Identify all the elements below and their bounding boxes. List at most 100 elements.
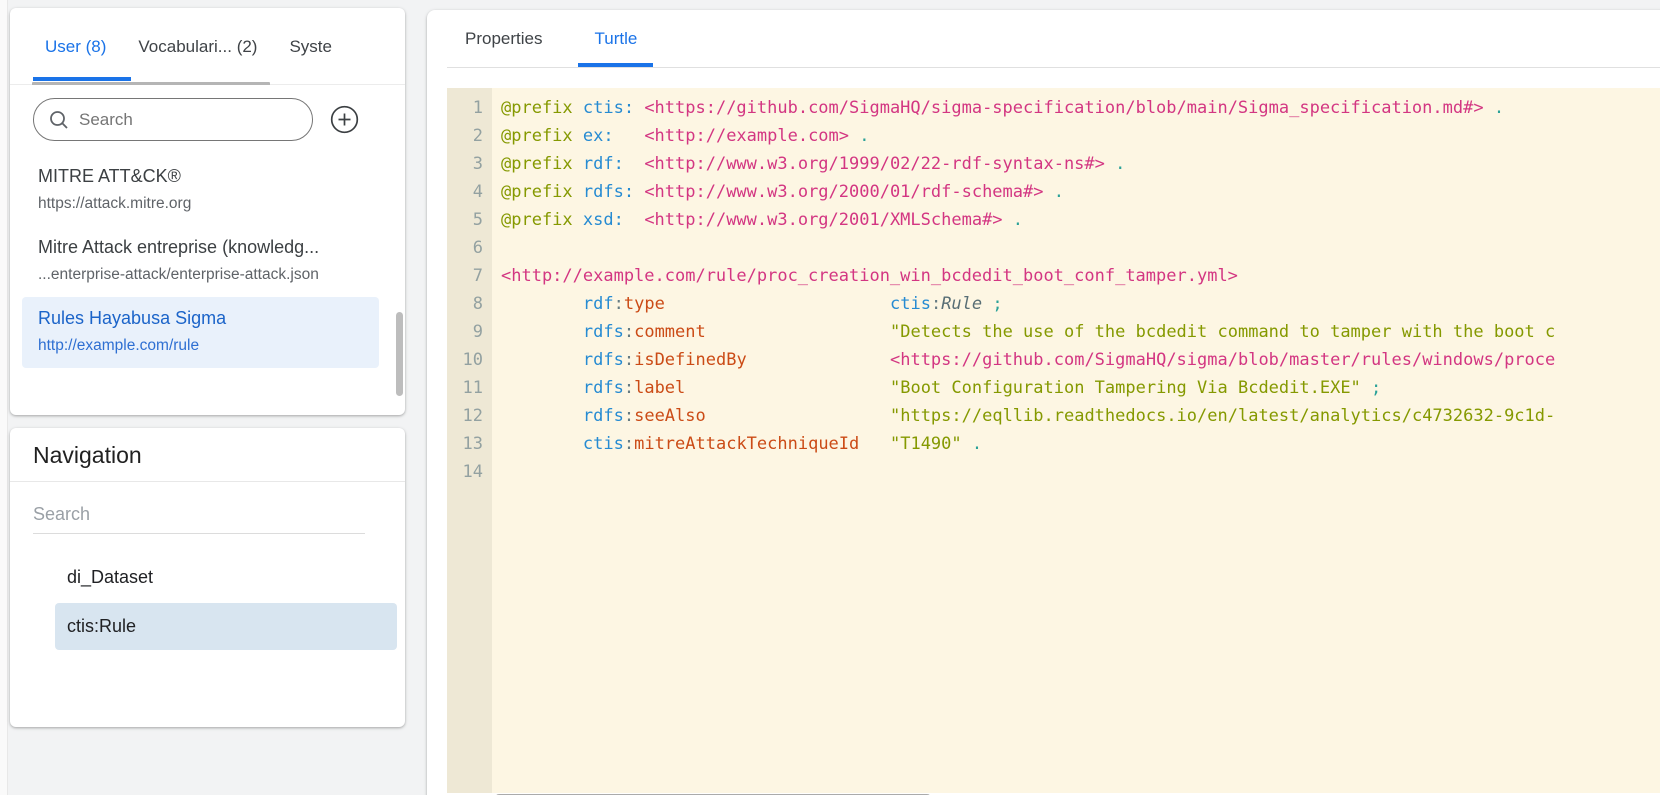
tab-user-8[interactable]: User (8)	[45, 37, 106, 57]
editor-code[interactable]: @prefix ctis: <https://github.com/SigmaH…	[492, 88, 1660, 793]
code-token: mitreAttackTechniqueId	[634, 434, 859, 454]
code-token: rdf:	[583, 154, 644, 174]
code-token: <http://www.w3.org/2000/01/rdf-schema#>	[644, 182, 1043, 202]
code-token	[706, 322, 890, 342]
code-token: :	[624, 350, 634, 370]
code-line: rdfs:isDefinedBy <https://github.com/Sig…	[501, 346, 1660, 374]
code-line	[501, 458, 1660, 486]
navigation-search-input[interactable]	[33, 504, 365, 534]
code-token: xsd:	[583, 210, 644, 230]
code-token	[501, 294, 583, 314]
code-token: Rule	[941, 294, 982, 314]
dataset-item-title: Mitre Attack entreprise (knowledg...	[38, 237, 363, 258]
main-panel: PropertiesTurtle 1234567891011121314 @pr…	[427, 10, 1660, 795]
code-token: ctis	[890, 294, 931, 314]
dataset-list-item[interactable]: Mitre Attack entreprise (knowledg... ...e…	[22, 226, 379, 297]
line-number: 5	[447, 206, 492, 234]
dataset-list: MITRE ATT&CK® https://attack.mitre.org Mit…	[10, 155, 405, 368]
dataset-search-input[interactable]	[79, 110, 289, 130]
tab-syste[interactable]: Syste	[289, 37, 332, 57]
code-token: isDefinedBy	[634, 350, 747, 370]
navigation-divider	[10, 481, 405, 482]
dataset-list-item[interactable]: Rules Hayabusa Sigmahttp://example.com/r…	[22, 297, 379, 368]
editor-gutter: 1234567891011121314	[447, 88, 492, 793]
main-tabstrip: Properties Turtle	[427, 10, 1660, 67]
code-token: <http://www.w3.org/2001/XMLSchema#>	[644, 210, 1002, 230]
code-token	[747, 350, 890, 370]
code-token: ctis	[583, 434, 624, 454]
dataset-tabstrip: User (8) Vocabulari... (2) Syste	[10, 8, 405, 85]
active-tab-indicator	[33, 77, 131, 81]
code-line	[501, 234, 1660, 262]
navigation-panel: Navigation di_Datasetctis:Rule	[10, 428, 405, 727]
dataset-search[interactable]	[33, 98, 313, 141]
code-token: rdfs	[583, 406, 624, 426]
add-dataset-button[interactable]	[330, 105, 359, 134]
dataset-item-url: http://example.com/rule	[38, 337, 363, 355]
code-token: rdfs	[583, 350, 624, 370]
tab-turtle[interactable]: Turtle	[594, 10, 637, 67]
code-token: <http://example.com/rule/proc_creation_w…	[501, 266, 1238, 286]
line-number: 2	[447, 122, 492, 150]
code-token: @prefix	[501, 182, 583, 202]
dataset-item-title: MITRE ATT&CK®	[38, 166, 363, 187]
code-token: .	[962, 434, 982, 454]
code-token: rdfs:	[583, 182, 644, 202]
code-token: @prefix	[501, 210, 583, 230]
navigation-title: Navigation	[10, 428, 405, 481]
code-token: <http://example.com>	[644, 126, 849, 146]
code-line: rdf:type ctis:Rule ;	[501, 290, 1660, 318]
code-token: :	[624, 434, 634, 454]
code-line: ctis:mitreAttackTechniqueId "T1490" .	[501, 430, 1660, 458]
tab-vocabulari-2[interactable]: Vocabulari... (2)	[138, 37, 257, 57]
line-number: 9	[447, 318, 492, 346]
code-line: @prefix rdf: <http://www.w3.org/1999/02/…	[501, 150, 1660, 178]
navigation-list: di_Datasetctis:Rule	[10, 554, 405, 650]
dataset-list-item[interactable]: MITRE ATT&CK® https://attack.mitre.org	[22, 155, 379, 226]
code-token	[859, 434, 890, 454]
dataset-list-scrollbar[interactable]	[396, 312, 403, 396]
code-token: .	[1105, 154, 1125, 174]
line-number: 4	[447, 178, 492, 206]
code-token: @prefix	[501, 98, 583, 118]
code-line: @prefix ctis: <https://github.com/SigmaH…	[501, 94, 1660, 122]
code-token: rdfs	[583, 322, 624, 342]
code-line: rdfs:comment "Detects the use of the bcd…	[501, 318, 1660, 346]
dataset-item-url: https://attack.mitre.org	[38, 195, 363, 213]
turtle-editor[interactable]: 1234567891011121314 @prefix ctis: <https…	[447, 88, 1660, 793]
tab-properties[interactable]: Properties	[465, 10, 542, 67]
navigation-item-ctis-rule[interactable]: ctis:Rule	[55, 603, 397, 650]
code-token	[685, 378, 890, 398]
code-token: ex:	[583, 126, 644, 146]
code-token: "Detects the use of the bcdedit command …	[890, 322, 1555, 342]
code-token: :	[624, 406, 634, 426]
code-line: @prefix ex: <http://example.com> .	[501, 122, 1660, 150]
code-token: <http://www.w3.org/1999/02/22-rdf-syntax…	[644, 154, 1105, 174]
code-token: @prefix	[501, 126, 583, 146]
code-line: @prefix rdfs: <http://www.w3.org/2000/01…	[501, 178, 1660, 206]
code-token: :	[931, 294, 941, 314]
code-token: .	[1484, 98, 1504, 118]
code-token: ;	[1361, 378, 1381, 398]
code-token	[501, 434, 583, 454]
search-icon	[48, 109, 70, 131]
line-number: 14	[447, 458, 492, 486]
code-token: label	[634, 378, 685, 398]
code-token: "T1490"	[890, 434, 962, 454]
code-token	[501, 350, 583, 370]
code-token: ;	[982, 294, 1002, 314]
datasets-panel: User (8) Vocabulari... (2) Syste MITRE ATT…	[10, 8, 405, 415]
code-token: .	[1043, 182, 1063, 202]
line-number: 12	[447, 402, 492, 430]
main-tabs-divider	[447, 67, 1660, 68]
line-number: 10	[447, 346, 492, 374]
dataset-item-url: ...enterprise-attack/enterprise-attack.j…	[38, 266, 363, 284]
code-token: @prefix	[501, 154, 583, 174]
code-token	[706, 406, 890, 426]
line-number: 3	[447, 150, 492, 178]
code-token: .	[849, 126, 869, 146]
navigation-item-di-dataset[interactable]: di_Dataset	[55, 554, 397, 601]
code-line: rdfs:seeAlso "https://eqllib.readthedocs…	[501, 402, 1660, 430]
code-line: @prefix xsd: <http://www.w3.org/2001/XML…	[501, 206, 1660, 234]
line-number: 13	[447, 430, 492, 458]
